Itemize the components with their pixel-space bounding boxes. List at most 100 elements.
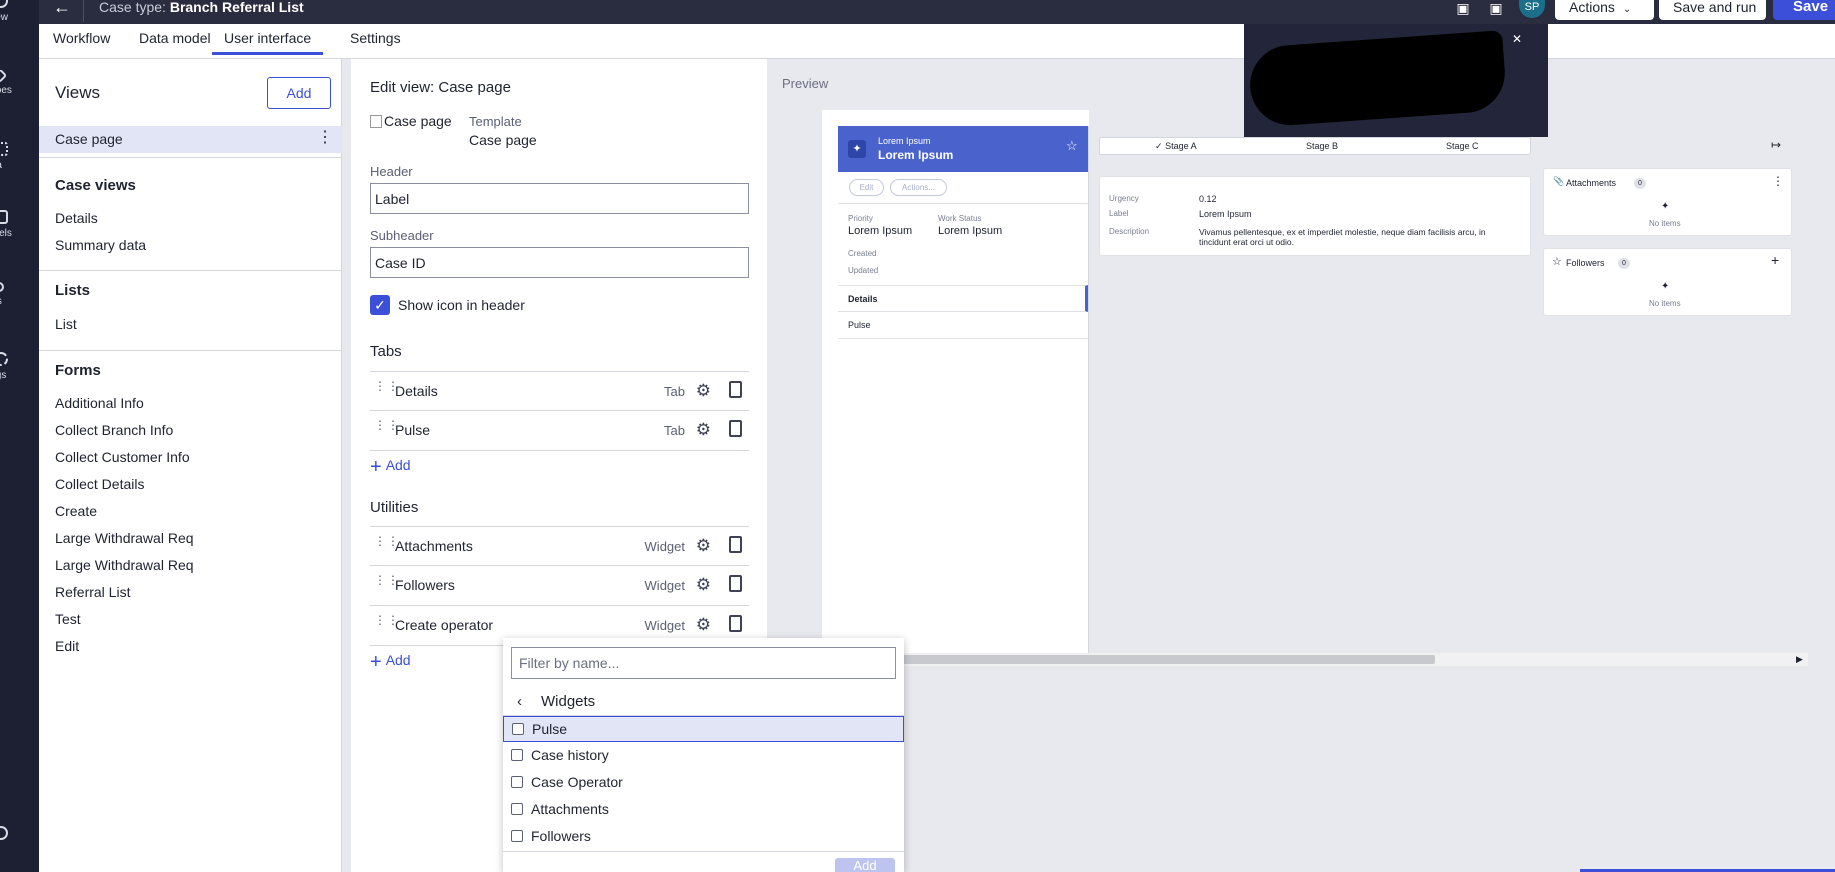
preview-actions-button[interactable]: Actions... xyxy=(890,179,947,196)
drag-handle-icon[interactable]: ⋮⋮ xyxy=(374,614,399,626)
filter-input[interactable]: Filter by name... xyxy=(511,647,896,679)
subheader-field[interactable]: Case ID xyxy=(370,247,749,278)
save-button[interactable]: Save xyxy=(1773,0,1835,20)
widget-option-pulse[interactable]: Pulse xyxy=(503,716,904,742)
checkbox[interactable] xyxy=(511,776,523,788)
checkbox[interactable] xyxy=(511,749,523,761)
gear-icon[interactable]: ⚙ xyxy=(696,536,711,556)
widget-option-attachments[interactable]: Attachments xyxy=(503,797,904,823)
form-item[interactable]: Additional Info xyxy=(55,395,144,411)
drag-handle-icon[interactable]: ⋮⋮ xyxy=(374,535,399,547)
scroll-right-icon[interactable]: ▶ xyxy=(1796,654,1803,665)
form-item[interactable]: Collect Customer Info xyxy=(55,449,190,465)
utility-row[interactable]: ⋮⋮ Attachments Widget ⚙ xyxy=(370,526,749,566)
save-and-run-button[interactable]: Save and run xyxy=(1659,0,1766,20)
view-item-case-page[interactable]: Case page ⋮ xyxy=(39,126,342,153)
utility-row-type: Widget xyxy=(644,578,685,593)
form-item[interactable]: Large Withdrawal Req xyxy=(55,557,194,573)
form-item[interactable]: Large Withdrawal Req xyxy=(55,530,194,546)
utility-row[interactable]: ⋮⋮ Followers Widget ⚙ xyxy=(370,566,749,606)
rail-overview[interactable]: view xyxy=(0,0,39,23)
trash-icon[interactable] xyxy=(729,381,742,398)
rail-settings[interactable]: ings xyxy=(0,352,39,381)
case-type-name: Branch Referral List xyxy=(169,0,304,15)
widget-option-case-operator[interactable]: Case Operator xyxy=(503,770,904,796)
view-item-details[interactable]: Details xyxy=(55,210,98,226)
widget-option-followers[interactable]: Followers xyxy=(503,824,904,850)
add-utility-button[interactable]: + Add xyxy=(370,651,411,674)
drag-handle-icon[interactable]: ⋮⋮ xyxy=(374,419,399,431)
preview-edit-button[interactable]: Edit xyxy=(849,179,884,196)
urgency-value: 0.12 xyxy=(1199,194,1217,204)
utility-row-type: Widget xyxy=(644,618,685,633)
form-item[interactable]: Create xyxy=(55,503,97,519)
scrollbar-thumb[interactable] xyxy=(903,655,1435,664)
add-view-button[interactable]: Add xyxy=(267,77,331,109)
drag-handle-icon[interactable]: ⋮⋮ xyxy=(374,574,399,586)
form-item[interactable]: Test xyxy=(55,611,81,627)
tab-row[interactable]: ⋮⋮ Details Tab ⚙ xyxy=(370,371,749,411)
form-item[interactable]: Collect Branch Info xyxy=(55,422,173,438)
broken-image-icon xyxy=(370,115,382,128)
form-item[interactable]: Referral List xyxy=(55,584,130,600)
notification-popup: ✕ xyxy=(1244,24,1548,137)
checkbox[interactable] xyxy=(512,723,524,735)
rail-users[interactable]: ers xyxy=(0,282,39,307)
avatar[interactable]: SP xyxy=(1519,0,1545,18)
tab-workflow[interactable]: Workflow xyxy=(53,30,110,46)
gear-icon[interactable]: ⚙ xyxy=(696,575,711,595)
plus-icon[interactable]: + xyxy=(1771,252,1779,268)
show-icon-checkbox[interactable]: ✓ xyxy=(370,295,390,315)
drag-handle-icon[interactable]: ⋮⋮ xyxy=(374,380,399,392)
trash-icon[interactable] xyxy=(729,615,742,632)
more-vertical-icon[interactable]: ⋮ xyxy=(317,129,333,147)
rail-search[interactable] xyxy=(0,826,39,844)
actions-label: Actions xyxy=(1569,0,1615,15)
form-item[interactable]: Collect Details xyxy=(55,476,144,492)
add-utility-label: Add xyxy=(385,652,411,668)
view-item-list[interactable]: List xyxy=(55,316,77,332)
trash-icon[interactable] xyxy=(729,420,742,437)
tab-row-name: Details xyxy=(395,383,438,399)
plus-icon: + xyxy=(370,651,382,673)
case-icon: ✦ xyxy=(848,140,866,158)
widget-option-case-history[interactable]: Case history xyxy=(503,743,904,769)
dropdown-add-button[interactable]: Add xyxy=(835,858,895,872)
expand-icon[interactable]: ↦ xyxy=(1771,138,1781,152)
star-icon[interactable]: ☆ xyxy=(1066,138,1078,154)
gear-icon[interactable]: ⚙ xyxy=(696,381,711,401)
tab-settings[interactable]: Settings xyxy=(350,30,401,46)
add-tab-button[interactable]: + Add xyxy=(370,456,411,479)
tab-data-model[interactable]: Data model xyxy=(139,30,211,46)
rail-channels[interactable]: anels xyxy=(0,210,39,239)
trash-icon[interactable] xyxy=(729,575,742,592)
gear-icon[interactable]: ⚙ xyxy=(696,615,711,635)
preview-nav-pulse[interactable]: Pulse xyxy=(838,312,1088,339)
calendar-icon[interactable]: ▣ xyxy=(1485,0,1507,18)
actions-button[interactable]: Actions ⌄ xyxy=(1555,0,1654,20)
view-item-summary-data[interactable]: Summary data xyxy=(55,237,146,253)
description-value: Vivamus pellentesque, ex et imperdiet mo… xyxy=(1199,227,1486,247)
trash-icon[interactable] xyxy=(729,536,742,553)
channels-icon xyxy=(0,210,8,224)
checkbox[interactable] xyxy=(511,830,523,842)
template-value: Case page xyxy=(469,132,537,148)
rail-data[interactable]: ata xyxy=(0,142,39,171)
rail-case-types[interactable]: types xyxy=(0,70,39,96)
notification-icon[interactable]: ▣ xyxy=(1452,0,1474,18)
tab-row[interactable]: ⋮⋮ Pulse Tab ⚙ xyxy=(370,411,749,451)
widget-option-label: Attachments xyxy=(531,801,609,817)
back-arrow-icon[interactable]: ← xyxy=(53,0,71,16)
tab-user-interface[interactable]: User interface xyxy=(212,30,324,55)
subheader-label: Subheader xyxy=(370,228,434,243)
checkbox[interactable] xyxy=(511,803,523,815)
preview-nav-details[interactable]: Details xyxy=(838,285,1088,312)
close-icon[interactable]: ✕ xyxy=(1512,32,1522,46)
more-vertical-icon[interactable]: ⋮ xyxy=(1772,174,1784,188)
chevron-left-icon[interactable]: ‹ xyxy=(517,693,522,710)
template-thumbnail-alt: Case page xyxy=(384,113,452,129)
header-field[interactable]: Label xyxy=(370,183,749,214)
gear-icon[interactable]: ⚙ xyxy=(696,420,711,440)
rail-label: ata xyxy=(0,160,21,171)
form-item[interactable]: Edit xyxy=(55,638,79,654)
